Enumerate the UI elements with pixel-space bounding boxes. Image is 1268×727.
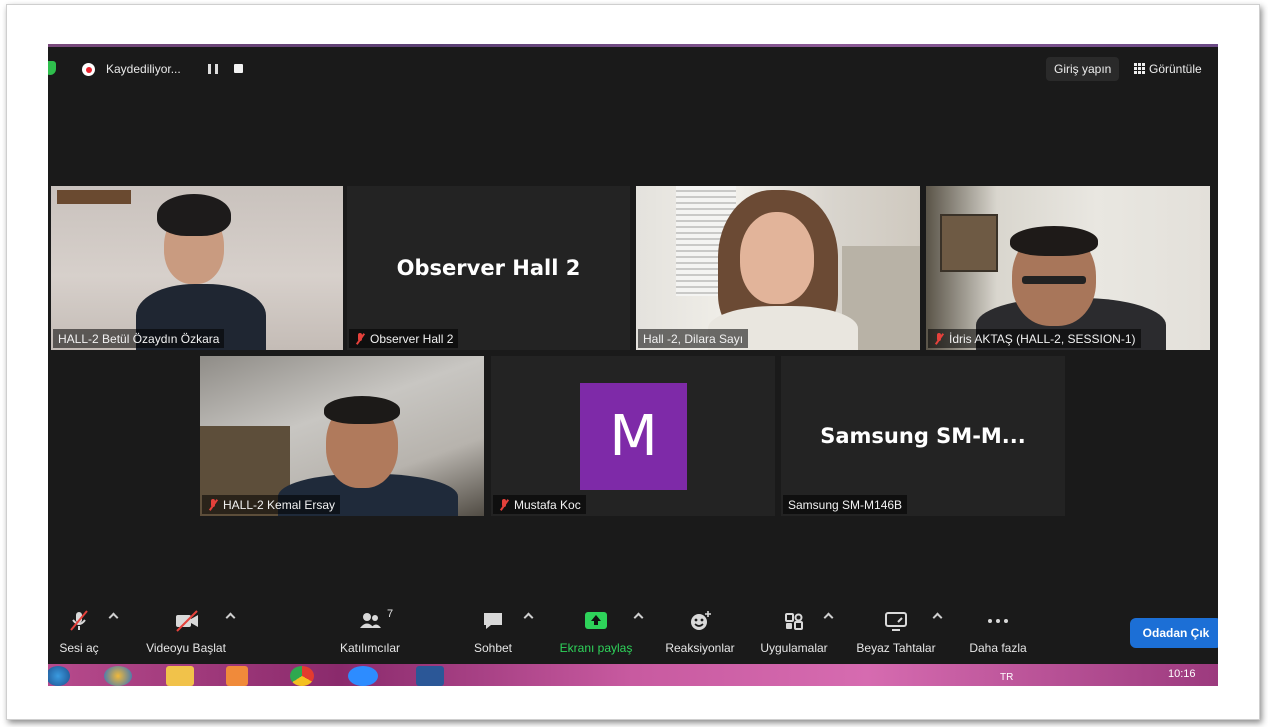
video-tile-mustafa[interactable]: M Mustafa Koc [491, 356, 775, 516]
participant-name: HALL-2 Betül Özaydın Özkara [53, 329, 225, 348]
video-tile-idris[interactable]: İdris AKTAŞ (HALL-2, SESSION-1) [926, 186, 1210, 350]
participant-name: Hall -2, Dilara Sayı [638, 329, 749, 348]
mic-muted-icon [354, 333, 366, 345]
video-tile-samsung[interactable]: Samsung SM-M... Samsung SM-M146B [781, 356, 1065, 516]
participant-video [200, 356, 484, 516]
share-screen-icon [584, 610, 608, 632]
mic-muted-icon [207, 499, 219, 511]
participant-display-name: Samsung SM-M... [820, 424, 1026, 448]
video-camera-off-icon [174, 610, 198, 632]
top-bar: Kaydediliyor... Giriş yapın Görüntüle [48, 54, 1218, 84]
participant-name: İdris AKTAŞ (HALL-2, SESSION-1) [928, 329, 1141, 348]
internet-explorer-icon[interactable] [104, 666, 132, 686]
windows-taskbar: TR 10:16 [48, 664, 1218, 686]
start-video-button[interactable]: Videoyu Başlat [136, 610, 236, 655]
apps-label: Uygulamalar [760, 641, 828, 655]
view-label: Görüntüle [1149, 62, 1202, 76]
emoji-reaction-icon [688, 610, 712, 632]
participant-display-name: Observer Hall 2 [396, 256, 581, 280]
person-hair [1010, 226, 1098, 256]
chat-label: Sohbet [473, 641, 513, 655]
participant-name: HALL-2 Kemal Ersay [202, 495, 341, 514]
share-screen-label: Ekranı paylaş [559, 641, 633, 655]
video-tile-kemal[interactable]: HALL-2 Kemal Ersay [200, 356, 484, 516]
participant-name: Observer Hall 2 [349, 329, 459, 348]
whiteboards-label: Beyaz Tahtalar [856, 641, 936, 655]
zoom-app-icon[interactable] [348, 666, 378, 686]
participants-label: Katılımcılar [339, 641, 400, 655]
start-video-label: Videoyu Başlat [146, 641, 226, 655]
share-screen-button[interactable]: Ekranı paylaş [552, 610, 640, 655]
file-explorer-icon[interactable] [166, 666, 194, 686]
video-tile-observer[interactable]: Observer Hall 2 Observer Hall 2 [347, 186, 630, 350]
apps-icon [782, 610, 806, 632]
stop-recording-icon[interactable] [234, 64, 243, 73]
leave-meeting-button[interactable]: Odadan Çık [1130, 618, 1218, 648]
media-player-icon[interactable] [226, 666, 248, 686]
reactions-button[interactable]: Reaksiyonlar [658, 610, 742, 655]
participant-video [926, 186, 1210, 350]
video-tile-dilara[interactable]: Hall -2, Dilara Sayı [636, 186, 920, 350]
unmute-label: Sesi aç [59, 641, 99, 655]
language-indicator[interactable]: TR [1000, 672, 1013, 683]
recording-label: Kaydediliyor... [106, 62, 181, 76]
whiteboard-icon [884, 610, 908, 632]
microphone-muted-icon [67, 610, 91, 632]
view-button[interactable]: Görüntüle [1134, 62, 1202, 76]
security-shield-icon[interactable] [48, 61, 56, 75]
meeting-toolbar: Sesi aç Videoyu Başlat 7 Katılımcılar So… [48, 602, 1218, 664]
sign-in-button[interactable]: Giriş yapın [1046, 57, 1120, 81]
pause-recording-icon[interactable] [208, 64, 218, 74]
more-dots-icon [986, 610, 1010, 632]
window-top-strip [48, 44, 1218, 47]
person-head [740, 212, 814, 304]
start-button-icon[interactable] [48, 666, 70, 686]
participants-count: 7 [387, 608, 394, 620]
mic-muted-icon [933, 333, 945, 345]
participant-avatar: M [580, 383, 687, 490]
whiteboards-button[interactable]: Beyaz Tahtalar [848, 610, 944, 655]
word-icon[interactable] [416, 666, 444, 686]
video-tile-betul[interactable]: HALL-2 Betül Özaydın Özkara [51, 186, 343, 350]
system-clock[interactable]: 10:16 [1168, 668, 1196, 680]
mic-muted-icon [498, 499, 510, 511]
more-button[interactable]: Daha fazla [960, 610, 1036, 655]
board [940, 214, 998, 272]
participants-icon [358, 610, 382, 632]
participant-name: Mustafa Koc [493, 495, 586, 514]
chat-bubble-icon [481, 610, 505, 632]
chrome-icon[interactable] [290, 666, 314, 686]
chat-button[interactable]: Sohbet [468, 610, 518, 655]
wall-picture [57, 190, 131, 204]
glasses [1022, 276, 1086, 284]
person-hair [324, 396, 400, 424]
more-label: Daha fazla [969, 641, 1027, 655]
participants-button[interactable]: 7 Katılımcılar [330, 608, 410, 655]
participant-name: Samsung SM-M146B [783, 495, 908, 514]
chat-options-chevron-icon[interactable] [523, 612, 534, 623]
reactions-label: Reaksiyonlar [665, 641, 735, 655]
participant-video [636, 186, 920, 350]
audio-options-chevron-icon[interactable] [108, 612, 119, 623]
participant-video [51, 186, 343, 350]
unmute-button[interactable]: Sesi aç [56, 610, 102, 655]
recording-icon [82, 63, 95, 76]
zoom-meeting-window: Kaydediliyor... Giriş yapın Görüntüle HA… [48, 44, 1218, 686]
apps-button[interactable]: Uygulamalar [754, 610, 834, 655]
person-hair [157, 194, 231, 236]
grid-view-icon [1134, 63, 1145, 74]
